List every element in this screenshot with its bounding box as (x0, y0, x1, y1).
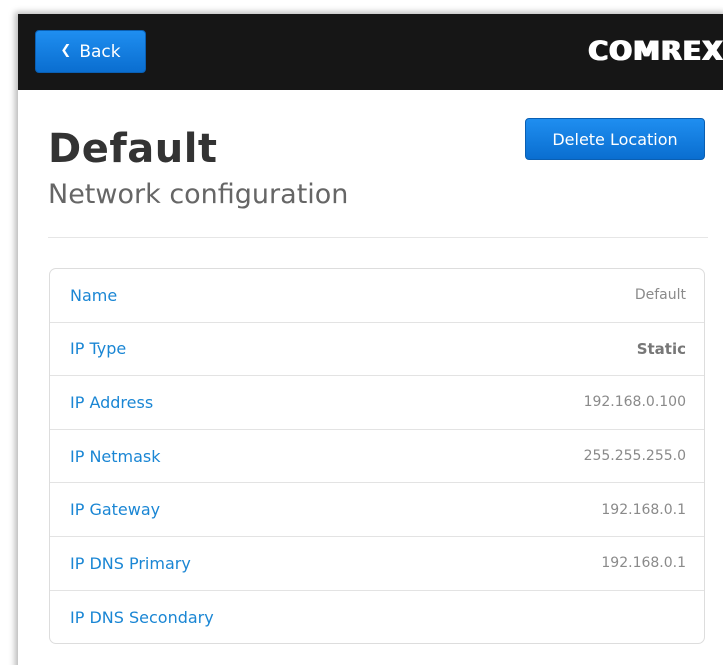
delete-location-button[interactable]: Delete Location (525, 118, 705, 160)
table-row[interactable]: IP DNS Primary 192.168.0.1 (50, 537, 704, 591)
table-row[interactable]: IP Address 192.168.0.100 (50, 376, 704, 430)
back-button-label: Back (79, 41, 121, 62)
table-row[interactable]: IP Type Static (50, 323, 704, 377)
comrex-logo: COMREX (588, 36, 723, 67)
network-config-table: Name Default IP Type Static IP Address 1… (49, 268, 705, 644)
row-value: Static (636, 339, 686, 358)
row-label: IP Address (70, 392, 154, 412)
row-label: IP Gateway (70, 500, 161, 520)
back-button[interactable]: ❮ Back (35, 30, 146, 73)
top-bar: ❮ Back COMREX (18, 14, 723, 90)
row-value: 192.168.0.1 (601, 501, 686, 518)
table-row[interactable]: IP Netmask 255.255.255.0 (50, 430, 704, 484)
row-label: IP DNS Secondary (70, 607, 214, 627)
divider (48, 237, 708, 238)
table-row[interactable]: IP DNS Secondary (50, 591, 704, 643)
app-window: ❮ Back COMREX Default Network configurat… (18, 14, 723, 665)
row-label: IP Type (70, 339, 127, 359)
row-value: 192.168.0.1 (601, 555, 686, 572)
row-value: 255.255.255.0 (583, 448, 686, 465)
table-row[interactable]: IP Gateway 192.168.0.1 (50, 483, 704, 537)
row-label: IP Netmask (70, 446, 161, 466)
table-row[interactable]: Name Default (50, 269, 704, 323)
page-subtitle: Network configuration (48, 179, 349, 210)
row-value: 192.168.0.100 (583, 394, 686, 411)
row-label: Name (70, 285, 118, 305)
page-title: Default (48, 126, 218, 172)
chevron-left-icon: ❮ (60, 43, 72, 58)
row-value: Default (634, 287, 686, 304)
row-label: IP DNS Primary (70, 553, 191, 573)
